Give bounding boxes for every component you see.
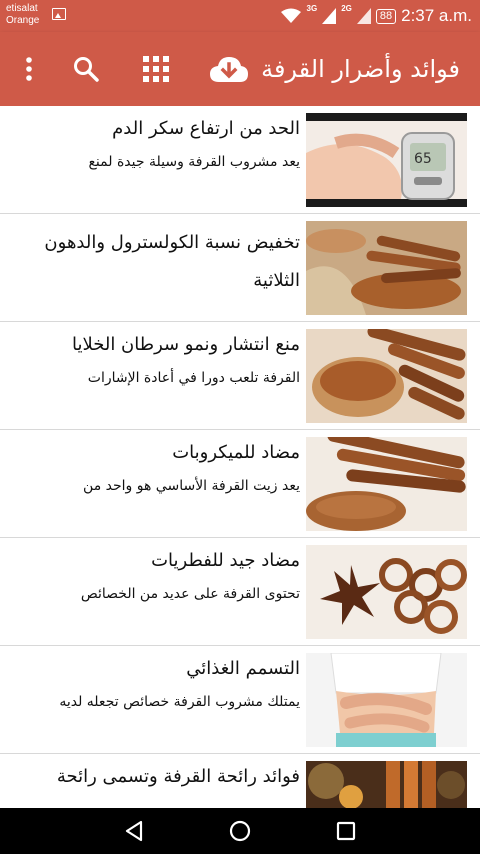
app-title: فوائد وأضرار القرفة xyxy=(261,55,460,83)
more-options-button[interactable] xyxy=(14,32,44,106)
app-toolbar: فوائد وأضرار القرفة xyxy=(0,32,480,106)
home-icon xyxy=(229,820,251,842)
list-item[interactable]: مضاد للميكروبات يعد زيت القرفة الأساسي ه… xyxy=(0,430,480,538)
signal-1-icon xyxy=(322,8,337,24)
blood-glucose-meter-image: 65 xyxy=(306,113,467,207)
recents-button[interactable] xyxy=(316,808,376,854)
network-2g-label: 2G xyxy=(341,4,352,13)
list-item[interactable]: فوائد رائحة القرفة وتسمى رائحة xyxy=(0,754,480,808)
list-item[interactable]: التسمم الغذائي يمتلك مشروب القرفة خصائص … xyxy=(0,646,480,754)
list-item[interactable]: مضاد جيد للفطريات تحتوى القرفة على عديد … xyxy=(0,538,480,646)
wifi-icon xyxy=(280,8,301,23)
article-title: مضاد جيد للفطريات xyxy=(151,550,300,571)
battery-indicator: 88 xyxy=(375,8,397,24)
article-summary: تحتوى القرفة على عديد من الخصائص xyxy=(80,586,300,602)
star-anise-cinnamon-image xyxy=(306,545,467,639)
article-title: مضاد للميكروبات xyxy=(172,442,300,463)
cinnamon-pine-cones-image xyxy=(306,761,467,808)
list-item[interactable]: 65 الحد من ارتفاع سكر الدم يعد مشروب الق… xyxy=(0,106,480,214)
svg-text:65: 65 xyxy=(414,151,432,167)
article-title: التسمم الغذائي xyxy=(186,658,300,679)
network-3g-label: 3G xyxy=(306,4,318,13)
cinnamon-powder-spoon-image xyxy=(306,329,467,423)
clock: 2:37 a.m. xyxy=(401,6,472,25)
back-icon xyxy=(125,820,143,842)
article-title: منع انتشار ونمو سرطان الخلايا xyxy=(71,334,300,355)
stomach-pain-image xyxy=(306,653,467,747)
recents-icon xyxy=(336,821,356,841)
download-button[interactable] xyxy=(206,32,252,106)
cinnamon-sticks-sack-image xyxy=(306,221,467,315)
image-notification-icon xyxy=(52,8,66,20)
carrier-line-2: Orange xyxy=(6,15,40,26)
signal-2-icon xyxy=(356,8,371,24)
grid-icon xyxy=(143,56,169,82)
article-summary: يعد مشروب القرفة وسيلة جيدة لمنع xyxy=(88,154,300,170)
article-list: 65 الحد من ارتفاع سكر الدم يعد مشروب الق… xyxy=(0,106,480,808)
article-summary: القرفة تلعب دورا في أعادة الإشارات xyxy=(87,370,300,386)
article-summary: يعد زيت القرفة الأساسي هو واحد من xyxy=(83,478,300,494)
list-item[interactable]: منع انتشار ونمو سرطان الخلايا القرفة تلع… xyxy=(0,322,480,430)
cinnamon-powder-sticks-image xyxy=(306,437,467,531)
grid-view-button[interactable] xyxy=(136,32,176,106)
carrier-line-1: etisalat xyxy=(6,3,38,14)
back-button[interactable] xyxy=(104,808,164,854)
status-bar: etisalat Orange 3G 2G 88 2:37 a.m. xyxy=(0,0,480,32)
article-title: فوائد رائحة القرفة وتسمى رائحة xyxy=(56,766,300,787)
cloud-download-icon xyxy=(210,57,248,82)
search-icon xyxy=(74,57,99,82)
more-vert-icon xyxy=(26,57,32,81)
carrier-name: etisalat Orange xyxy=(6,3,39,27)
article-title: تخفيض نسبة الكولسترول والدهون الثلاثية xyxy=(44,232,300,291)
article-title: الحد من ارتفاع سكر الدم xyxy=(112,118,300,139)
navigation-bar xyxy=(0,808,480,854)
article-summary: يمتلك مشروب القرفة خصائص تجعله لديه xyxy=(59,694,300,710)
list-item[interactable]: تخفيض نسبة الكولسترول والدهون الثلاثية xyxy=(0,214,480,322)
home-button[interactable] xyxy=(210,808,270,854)
search-button[interactable] xyxy=(66,32,106,106)
